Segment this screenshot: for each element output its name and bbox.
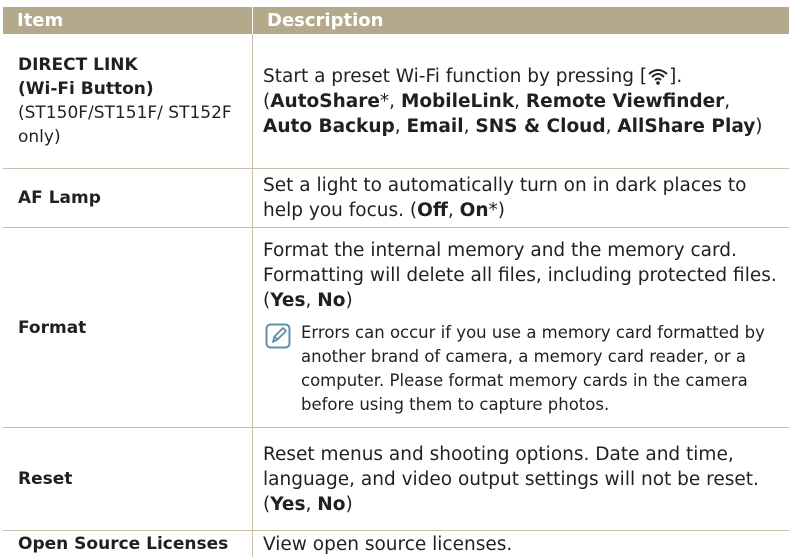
- description-cell: Reset menus and shooting options. Date a…: [253, 428, 790, 531]
- option-value: Email: [407, 116, 464, 137]
- column-header-item: Item: [3, 7, 253, 34]
- option-value: No: [317, 494, 345, 515]
- table-row: Reset Reset menus and shooting options. …: [3, 428, 789, 531]
- table-row: AF Lamp Set a light to automatically tur…: [3, 169, 789, 228]
- table-row: Format Format the internal memory and th…: [3, 228, 789, 428]
- option-value: On: [460, 200, 489, 221]
- option-value: Yes: [270, 290, 305, 311]
- description-cell: View open source licenses.: [253, 531, 790, 557]
- option-value: Yes: [270, 494, 305, 515]
- item-cell: DIRECT LINK (Wi-Fi Button) (ST150F/ST151…: [3, 34, 253, 169]
- note-text: Errors can occur if you use a memory car…: [301, 321, 777, 417]
- note-box: Errors can occur if you use a memory car…: [263, 321, 777, 417]
- item-name: DIRECT LINK: [18, 53, 244, 77]
- option-value: Off: [417, 200, 448, 221]
- table-row: Open Source Licenses View open source li…: [3, 531, 789, 557]
- item-name: AF Lamp: [18, 186, 244, 210]
- option-value: No: [317, 290, 345, 311]
- options-list: (Off, On*): [410, 200, 505, 221]
- item-name: Format: [18, 316, 244, 340]
- table-row: DIRECT LINK (Wi-Fi Button) (ST150F/ST151…: [3, 34, 789, 169]
- option-value: AllShare Play: [617, 116, 755, 137]
- option-value: AutoShare: [270, 91, 380, 112]
- option-value: Remote Viewfinder: [526, 91, 724, 112]
- options-list: (AutoShare*, MobileLink, Remote Viewfind…: [263, 89, 777, 139]
- item-cell: Open Source Licenses: [3, 531, 253, 557]
- description-cell: Format the internal memory and the memor…: [253, 228, 790, 428]
- description-text: Format the internal memory and the memor…: [263, 238, 777, 288]
- item-model-note: (ST150F/ST151F/ ST152F only): [18, 101, 244, 149]
- item-cell: Format: [3, 228, 253, 428]
- item-cell: Reset: [3, 428, 253, 531]
- column-header-description: Description: [253, 7, 790, 34]
- item-name-sub: (Wi-Fi Button): [18, 77, 244, 101]
- settings-table: Item Description DIRECT LINK (Wi-Fi Butt…: [3, 7, 789, 557]
- description-cell: Start a preset Wi-Fi function by pressin…: [253, 34, 790, 169]
- description-text: View open source licenses.: [263, 534, 512, 555]
- table-header-row: Item Description: [3, 7, 789, 34]
- option-value: Auto Backup: [263, 116, 395, 137]
- options-list: (Yes, No): [263, 492, 777, 517]
- item-name: Reset: [18, 467, 244, 491]
- option-value: MobileLink: [401, 91, 514, 112]
- note-pencil-icon: [265, 323, 291, 349]
- wifi-icon: [647, 67, 669, 85]
- item-cell: AF Lamp: [3, 169, 253, 228]
- option-value: SNS & Cloud: [475, 116, 605, 137]
- options-list: (Yes, No): [263, 288, 777, 313]
- description-text: Reset menus and shooting options. Date a…: [263, 442, 777, 492]
- description-text: Start a preset Wi-Fi function by pressin…: [263, 64, 777, 89]
- description-cell: Set a light to automatically turn on in …: [253, 169, 790, 228]
- item-name: Open Source Licenses: [18, 532, 244, 556]
